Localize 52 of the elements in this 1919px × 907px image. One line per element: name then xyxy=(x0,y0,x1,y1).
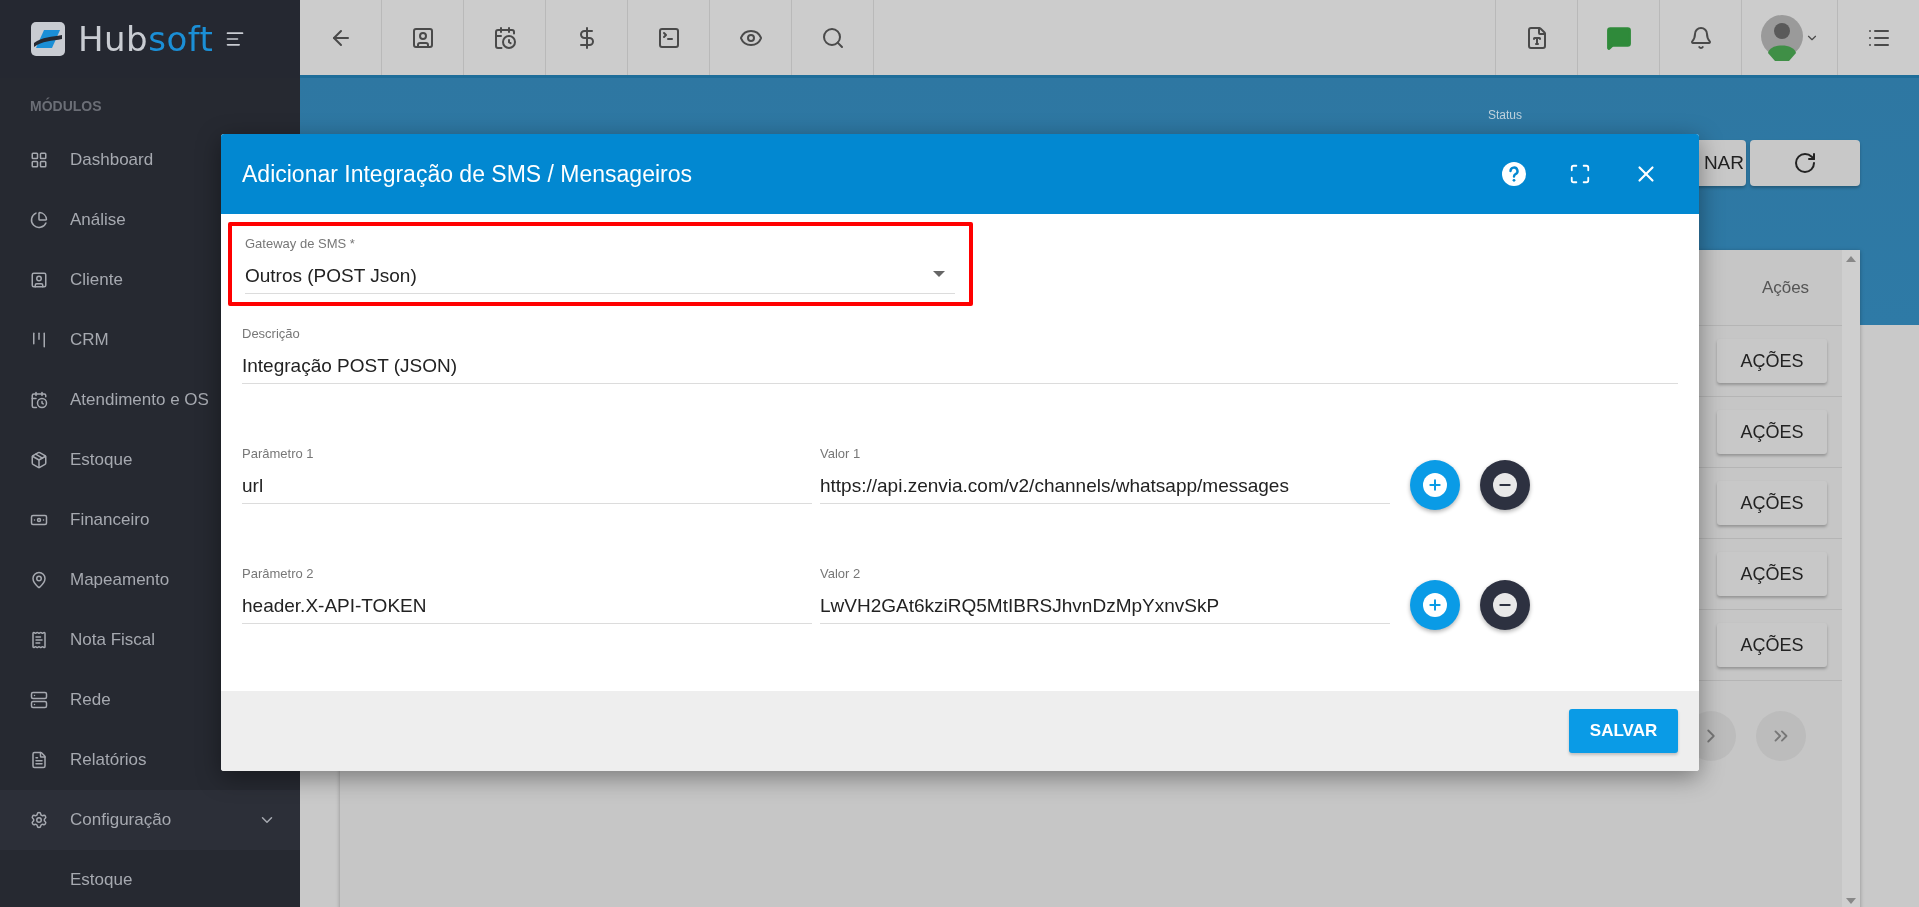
actions-button[interactable]: AÇÕES xyxy=(1717,623,1827,667)
document-icon xyxy=(30,751,48,769)
fullscreen-icon[interactable] xyxy=(1569,163,1591,185)
remove-button[interactable] xyxy=(1480,580,1530,630)
grid-icon xyxy=(30,151,48,169)
value-field[interactable]: Valor 1 https://api.zenvia.com/v2/channels/whatsapp/messages xyxy=(820,446,1390,504)
sidebar-subitem[interactable]: Estoque xyxy=(0,850,300,907)
sidebar-item[interactable]: Relatórios xyxy=(0,730,300,790)
contact-card-icon[interactable] xyxy=(410,25,435,50)
add-button[interactable] xyxy=(1410,580,1460,630)
receipt-icon xyxy=(30,631,48,649)
add-button[interactable] xyxy=(1410,460,1460,510)
description-field[interactable]: Descrição Integração POST (JSON) xyxy=(242,326,1678,384)
logo-wordmark: Hubsoft xyxy=(78,19,214,59)
actions-button[interactable]: AÇÕES xyxy=(1717,339,1827,383)
actions-button[interactable]: AÇÕES xyxy=(1717,552,1827,596)
sidebar-heading: MÓDULOS xyxy=(29,98,103,116)
package-icon xyxy=(30,451,48,469)
help-icon[interactable] xyxy=(1501,161,1527,187)
plus-icon xyxy=(1423,473,1447,497)
remove-button[interactable] xyxy=(1480,460,1530,510)
dialog-title: Adicionar Integração de SMS / Mensageiros xyxy=(242,160,694,188)
parameter-field[interactable]: Parâmetro 2 header.X-API-TOKEN xyxy=(242,566,812,624)
search-icon[interactable] xyxy=(820,25,845,50)
actions-button[interactable]: AÇÕES xyxy=(1717,481,1827,525)
logo-icon xyxy=(30,21,66,57)
avatar-icon[interactable] xyxy=(1760,14,1803,61)
scrollbar[interactable] xyxy=(1842,250,1860,907)
terminal-icon[interactable] xyxy=(656,25,681,50)
value-field[interactable]: Valor 2 LwVH2GAt6kziRQ5MtIBRSJhvnDzMpYxnvSkP xyxy=(820,566,1390,624)
pie-chart-icon xyxy=(30,211,48,229)
calendar-clock-icon xyxy=(30,391,48,409)
gateway-select[interactable]: Gateway de SMS * Outros (POST Json) xyxy=(245,236,955,294)
calendar-clock-icon[interactable] xyxy=(492,25,517,50)
parameter-field[interactable]: Parâmetro 1 url xyxy=(242,446,812,504)
contact-card-icon xyxy=(30,271,48,289)
status-label: Status xyxy=(1487,108,1522,122)
server-icon xyxy=(30,691,48,709)
minus-icon xyxy=(1493,473,1517,497)
notifications-icon[interactable] xyxy=(1688,25,1713,50)
settings-icon xyxy=(30,811,48,829)
column-header: Ações xyxy=(1760,276,1811,299)
chat-icon[interactable] xyxy=(1605,24,1632,51)
map-pin-icon xyxy=(30,571,48,589)
dropdown-caret-icon xyxy=(933,271,945,277)
collapse-menu-icon[interactable] xyxy=(225,29,246,49)
actions-button[interactable]: AÇÕES xyxy=(1717,410,1827,454)
plus-icon xyxy=(1423,593,1447,617)
minus-icon xyxy=(1493,593,1517,617)
refresh-button[interactable] xyxy=(1750,140,1860,186)
refresh-icon xyxy=(1793,151,1817,175)
sidebar-item[interactable]: Rede xyxy=(0,670,300,730)
